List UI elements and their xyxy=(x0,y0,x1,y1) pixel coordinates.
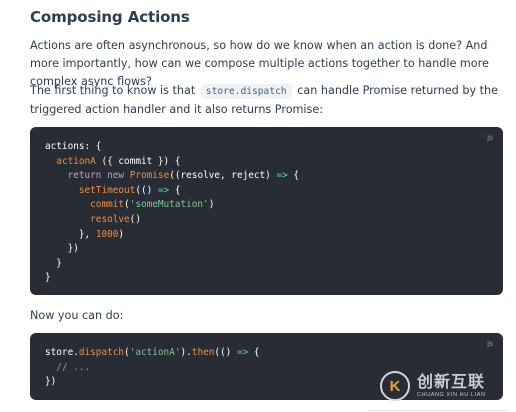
code-line: }, 1000) xyxy=(45,228,125,240)
watermark-logo: K 创新互联 CHUANG XIN HU LIAN xyxy=(380,366,516,406)
divider xyxy=(368,410,508,411)
dispatch-text-before: The first thing to know is that xyxy=(30,84,196,97)
watermark-emblem-letter: K xyxy=(389,377,401,395)
code-content: store.dispatch('actionA').then(() => { /… xyxy=(45,346,260,390)
code-line: actionA ({ commit }) { xyxy=(56,155,181,167)
watermark-text: 创新互联 CHUANG XIN HU LIAN xyxy=(417,373,486,399)
watermark-emblem-icon: K xyxy=(380,371,410,401)
code-line: setTimeout(() => { xyxy=(78,184,181,196)
code-line: actions: { xyxy=(45,141,102,152)
code-line: } xyxy=(45,257,62,269)
code-line: // ... xyxy=(56,361,91,373)
code-line: store.dispatch('actionA').then(() => { xyxy=(45,347,260,358)
code-line: }) xyxy=(45,376,57,388)
code-line: }) xyxy=(45,243,79,255)
watermark-english: CHUANG XIN HU LIAN xyxy=(417,392,486,398)
code-line: commit('someMutation') xyxy=(90,199,215,211)
code-line: resolve() xyxy=(90,213,141,225)
now-you-can-do-paragraph: Now you can do: xyxy=(30,309,124,322)
dispatch-paragraph: The first thing to know is that store.di… xyxy=(30,82,504,119)
inline-code-store-dispatch: store.dispatch xyxy=(200,84,292,99)
code-line: } xyxy=(45,272,51,284)
code-block-actions: js actions: { actionA ({ commit }) { ret… xyxy=(30,127,503,295)
section-heading: Composing Actions xyxy=(30,8,190,26)
code-language-label: js xyxy=(487,133,493,142)
watermark-chinese: 创新互联 xyxy=(417,372,486,391)
code-content: actions: { actionA ({ commit }) { return… xyxy=(45,140,299,286)
code-language-label: js xyxy=(487,339,493,348)
code-line: return new Promise((resolve, reject) => … xyxy=(67,170,300,182)
